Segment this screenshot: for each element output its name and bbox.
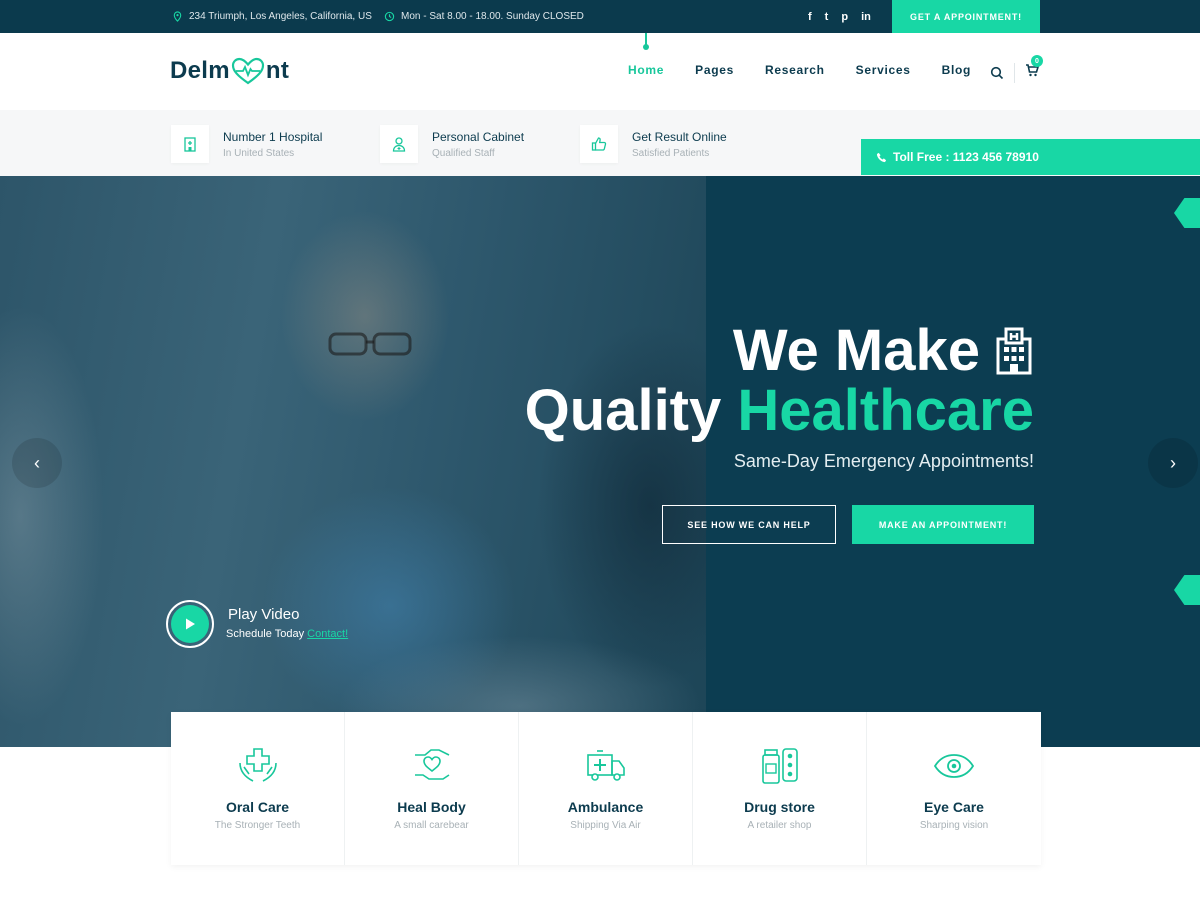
photo-glasses-shape <box>328 332 412 356</box>
address-text: 234 Triumph, Los Angeles, California, US <box>189 11 372 22</box>
hero-slider: ‹ › We Make Quality Healthcare Same-Day … <box>0 176 1200 747</box>
logo[interactable]: Delm nt <box>170 55 289 87</box>
hospital-icon <box>184 137 196 152</box>
pills-icon <box>761 748 798 784</box>
hospital-building-icon <box>996 327 1032 375</box>
service-card-ambulance[interactable]: Ambulance Shipping Via Air <box>519 712 693 865</box>
make-appointment-button[interactable]: MAKE AN APPOINTMENT! <box>852 505 1034 544</box>
get-appointment-button[interactable]: GET A APPOINTMENT! <box>892 0 1040 33</box>
heart-pulse-icon <box>231 57 264 85</box>
service-title: Ambulance <box>567 799 644 815</box>
hands-cross-icon <box>238 748 277 782</box>
main-header: Delm nt Home Pages Research Services Blo… <box>0 33 1200 110</box>
feature-subtitle: Satisfied Patients <box>632 147 710 159</box>
nav-home-label: Home <box>628 63 665 77</box>
toll-free-bar[interactable]: Toll Free : 1123 456 78910 <box>861 139 1200 175</box>
header-divider <box>1014 63 1015 83</box>
twitter-icon[interactable]: t <box>825 11 829 23</box>
location-pin-icon <box>173 11 182 22</box>
nav-active-marker <box>643 33 650 50</box>
cart-count-badge: 0 <box>1031 55 1043 67</box>
contact-link[interactable]: Contact! <box>307 628 348 640</box>
main-nav: Home Pages Research Services Blog <box>628 33 971 77</box>
service-card-heal-body[interactable]: Heal Body A small carebear <box>345 712 519 865</box>
headline-line-2-plain: Quality <box>524 378 722 443</box>
schedule-text: Schedule Today <box>226 628 305 640</box>
hand-heart-icon <box>414 749 449 780</box>
service-subtitle: A retailer shop <box>747 820 812 831</box>
top-bar: 234 Triumph, Los Angeles, California, US… <box>0 0 1200 33</box>
toll-free-text: Toll Free : 1123 456 78910 <box>893 150 1039 164</box>
service-card-eye-care[interactable]: Eye Care Sharping vision <box>867 712 1041 865</box>
hero-subline: Same-Day Emergency Appointments! <box>733 451 1034 471</box>
feature-subtitle: In United States <box>223 147 295 159</box>
hours-info: Mon - Sat 8.00 - 18.00. Sunday CLOSED <box>384 0 584 33</box>
slider-prev-button[interactable]: ‹ <box>12 438 62 488</box>
chevron-right-icon: › <box>1170 452 1176 473</box>
chevron-left-icon: ‹ <box>34 452 40 473</box>
header-icons: 0 <box>990 55 1043 83</box>
nav-pages[interactable]: Pages <box>695 63 734 77</box>
service-subtitle: The Stronger Teeth <box>214 820 301 831</box>
service-title: Oral Care <box>225 799 290 815</box>
service-card-oral-care[interactable]: Oral Care The Stronger Teeth <box>171 712 345 865</box>
nav-research[interactable]: Research <box>765 63 825 77</box>
hours-text: Mon - Sat 8.00 - 18.00. Sunday CLOSED <box>401 11 584 22</box>
play-video-subtitle: Schedule Today Contact! <box>226 628 348 640</box>
address-info: 234 Triumph, Los Angeles, California, US <box>172 0 372 33</box>
phone-icon <box>876 152 887 162</box>
service-subtitle: Shipping Via Air <box>570 820 641 831</box>
slider-next-button[interactable]: › <box>1148 438 1198 488</box>
feature-number-1-hospital: Number 1 Hospital In United States <box>171 125 322 163</box>
logo-text-right: nt <box>265 57 290 84</box>
nav-blog[interactable]: Blog <box>942 63 971 77</box>
headline-line-2-accent: Healthcare <box>737 378 1034 443</box>
service-title: Drug store <box>744 799 815 815</box>
side-tab-bottom[interactable] <box>1174 575 1200 605</box>
see-how-we-can-help-button[interactable]: SEE HOW WE CAN HELP <box>662 505 836 544</box>
logo-text-left: Delm <box>170 57 230 84</box>
service-card-drug-store[interactable]: Drug store A retailer shop <box>693 712 867 865</box>
feature-personal-cabinet: Personal Cabinet Qualified Staff <box>380 125 524 163</box>
linkedin-icon[interactable]: in <box>861 11 871 23</box>
service-subtitle: A small carebear <box>394 820 469 831</box>
thumbs-up-icon <box>591 137 607 151</box>
service-title: Eye Care <box>924 799 984 815</box>
service-cards: Oral Care The Stronger Teeth Heal Body A… <box>171 712 1041 865</box>
play-video-title: Play Video <box>228 606 300 623</box>
facebook-icon[interactable]: f <box>808 11 812 23</box>
clock-icon <box>384 11 395 22</box>
service-subtitle: Sharping vision <box>919 820 989 831</box>
search-icon[interactable] <box>990 66 1004 80</box>
play-button-inner <box>171 605 209 643</box>
eye-icon <box>933 754 975 778</box>
feature-icon-box <box>380 125 418 163</box>
service-title: Heal Body <box>397 799 466 815</box>
ambulance-icon <box>586 750 625 781</box>
feature-get-result-online: Get Result Online Satisfied Patients <box>580 125 727 163</box>
doctor-icon <box>392 137 406 152</box>
social-links: f t p in <box>808 0 871 33</box>
feature-icon-box <box>171 125 209 163</box>
feature-title: Personal Cabinet <box>432 129 525 144</box>
nav-home[interactable]: Home <box>628 33 665 77</box>
feature-subtitle: Qualified Staff <box>432 147 495 159</box>
hero-headline: We Make Quality Healthcare <box>525 321 1034 441</box>
feature-icon-box <box>580 125 618 163</box>
pinterest-icon[interactable]: p <box>841 11 848 23</box>
play-icon <box>186 618 195 630</box>
side-tab-top[interactable] <box>1174 198 1200 228</box>
headline-line-1: We Make <box>732 318 980 383</box>
feature-title: Get Result Online <box>632 129 727 144</box>
nav-services[interactable]: Services <box>856 63 911 77</box>
cart-button[interactable]: 0 <box>1025 55 1043 82</box>
play-video-button[interactable] <box>166 600 214 648</box>
hero-doctor-photo <box>0 176 706 747</box>
feature-title: Number 1 Hospital <box>223 129 323 144</box>
